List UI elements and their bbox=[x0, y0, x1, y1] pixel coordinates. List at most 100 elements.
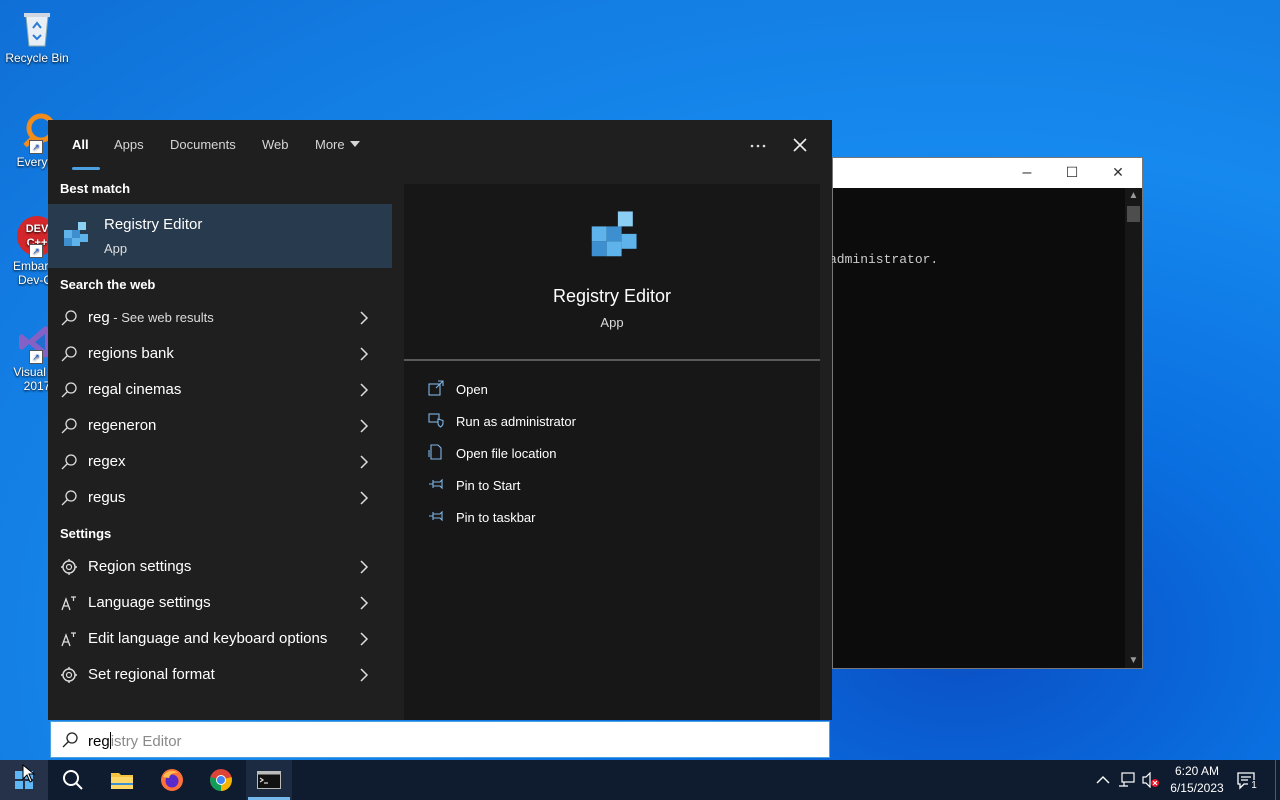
search-query[interactable]: registry Editor bbox=[88, 732, 182, 750]
chevron-right-icon[interactable] bbox=[358, 345, 370, 363]
file-location-icon bbox=[428, 444, 442, 460]
best-match-heading: Best match bbox=[60, 181, 131, 196]
detail-title: Registry Editor bbox=[552, 286, 672, 306]
shortcut-arrow-icon: ↗ bbox=[29, 244, 43, 258]
tab-apps[interactable]: Apps bbox=[114, 137, 144, 152]
pin-icon bbox=[429, 510, 443, 522]
search-button[interactable] bbox=[50, 760, 96, 800]
active-tab-indicator bbox=[72, 167, 100, 170]
web-result-item[interactable]: regex bbox=[48, 444, 392, 480]
chrome-button[interactable] bbox=[198, 760, 244, 800]
settings-result-item[interactable]: Set regional format bbox=[48, 657, 392, 693]
language-icon bbox=[61, 596, 76, 611]
search-tabs: All Apps Documents Web More bbox=[48, 120, 832, 172]
tab-more[interactable]: More bbox=[315, 137, 360, 152]
web-result-label: regeneron bbox=[88, 417, 157, 434]
tab-web[interactable]: Web bbox=[262, 137, 289, 152]
maximize-button[interactable]: ☐ bbox=[1057, 164, 1087, 181]
settings-result-item[interactable]: Region settings bbox=[48, 549, 392, 585]
registry-editor-icon bbox=[62, 218, 92, 253]
best-match-item[interactable]: Registry Editor App bbox=[48, 204, 392, 268]
chevron-right-icon[interactable] bbox=[358, 453, 370, 471]
clock-time: 6:20 AM bbox=[1174, 764, 1220, 778]
close-icon[interactable] bbox=[791, 136, 811, 156]
start-button[interactable] bbox=[0, 760, 48, 800]
show-desktop-button[interactable] bbox=[1275, 760, 1280, 800]
chevron-down-icon bbox=[349, 141, 360, 147]
more-options-icon[interactable] bbox=[748, 136, 772, 156]
action-label: Pin to Start bbox=[456, 478, 521, 493]
results-list: Best match Registry Editor App Search th… bbox=[48, 172, 392, 720]
clock-date: 6/15/2023 bbox=[1170, 781, 1224, 795]
web-result-label: regus bbox=[88, 489, 126, 506]
tab-documents[interactable]: Documents bbox=[170, 137, 236, 152]
firefox-button[interactable] bbox=[149, 760, 195, 800]
web-result-label: regex bbox=[88, 453, 126, 470]
chevron-right-icon[interactable] bbox=[358, 381, 370, 399]
chevron-up-icon[interactable] bbox=[1096, 775, 1110, 785]
action-label: Open file location bbox=[456, 446, 557, 461]
chevron-right-icon[interactable] bbox=[358, 309, 370, 327]
registry-editor-large-icon bbox=[588, 204, 644, 265]
shield-icon bbox=[428, 413, 444, 428]
search-web-heading: Search the web bbox=[60, 277, 156, 292]
search-icon bbox=[62, 732, 78, 748]
clock[interactable]: 6:20 AM 6/15/2023 bbox=[1162, 764, 1232, 795]
web-result-item[interactable]: regeneron bbox=[48, 408, 392, 444]
web-result-item[interactable]: regus bbox=[48, 480, 392, 516]
web-result-item[interactable]: reg - See web results bbox=[48, 300, 392, 336]
chevron-right-icon[interactable] bbox=[358, 489, 370, 507]
open-icon bbox=[428, 380, 444, 396]
start-search-panel: All Apps Documents Web More Best match R… bbox=[48, 120, 832, 720]
web-result-label: regions bank bbox=[88, 345, 174, 362]
desktop-icon-recycle-bin[interactable]: Recycle Bin bbox=[0, 8, 74, 65]
search-icon bbox=[63, 770, 83, 790]
web-result-hint: - See web results bbox=[109, 310, 214, 325]
tab-all[interactable]: All bbox=[72, 137, 89, 152]
search-icon bbox=[61, 346, 77, 362]
console-scrollbar[interactable]: ▲ ▼ bbox=[1125, 188, 1142, 668]
notification-count: 1 bbox=[1248, 780, 1260, 792]
network-icon[interactable] bbox=[1118, 772, 1136, 788]
globe-settings-icon bbox=[61, 559, 77, 575]
volume-muted-icon[interactable] bbox=[1142, 772, 1160, 788]
minimize-button[interactable]: – bbox=[1012, 164, 1042, 182]
notification-center-button[interactable]: 1 bbox=[1236, 770, 1260, 794]
scrollbar-thumb[interactable] bbox=[1127, 206, 1140, 222]
chevron-right-icon[interactable] bbox=[358, 417, 370, 435]
action-label: Open bbox=[456, 382, 488, 397]
action-label: Run as administrator bbox=[456, 414, 576, 429]
search-input[interactable]: registry Editor bbox=[50, 721, 830, 758]
mouse-cursor-icon bbox=[22, 764, 36, 783]
scroll-up-icon[interactable]: ▲ bbox=[1125, 190, 1142, 201]
scroll-down-icon[interactable]: ▼ bbox=[1125, 655, 1142, 666]
search-icon bbox=[61, 382, 77, 398]
console-titlebar[interactable]: – ☐ ✕ bbox=[833, 158, 1142, 188]
settings-result-item[interactable]: Language settings bbox=[48, 585, 392, 621]
chevron-right-icon[interactable] bbox=[358, 666, 370, 684]
search-icon bbox=[61, 490, 77, 506]
detail-subtitle: App bbox=[600, 315, 624, 330]
file-explorer-button[interactable] bbox=[99, 760, 145, 800]
terminal-icon bbox=[257, 771, 281, 789]
chevron-right-icon[interactable] bbox=[358, 558, 370, 576]
close-button[interactable]: ✕ bbox=[1103, 164, 1133, 181]
chevron-right-icon[interactable] bbox=[358, 594, 370, 612]
recycle-bin-icon bbox=[17, 8, 57, 48]
command-prompt-button[interactable] bbox=[246, 760, 292, 800]
settings-result-label: Edit language and keyboard options bbox=[88, 630, 328, 647]
web-result-label: regal cinemas bbox=[88, 381, 182, 398]
console-output: administrator. bbox=[829, 252, 939, 267]
settings-result-item[interactable]: Edit language and keyboard options bbox=[48, 621, 392, 657]
language-icon bbox=[61, 632, 76, 647]
tab-more-label: More bbox=[315, 137, 345, 152]
web-result-item[interactable]: regal cinemas bbox=[48, 372, 392, 408]
settings-result-label: Set regional format bbox=[88, 666, 215, 683]
console-window[interactable]: – ☐ ✕ administrator. ▲ ▼ bbox=[829, 157, 1143, 669]
web-result-label: reg bbox=[88, 309, 110, 326]
settings-result-label: Language settings bbox=[88, 594, 211, 611]
search-icon bbox=[61, 454, 77, 470]
web-result-item[interactable]: regions bank bbox=[48, 336, 392, 372]
chevron-right-icon[interactable] bbox=[358, 630, 370, 648]
search-icon bbox=[61, 310, 77, 326]
